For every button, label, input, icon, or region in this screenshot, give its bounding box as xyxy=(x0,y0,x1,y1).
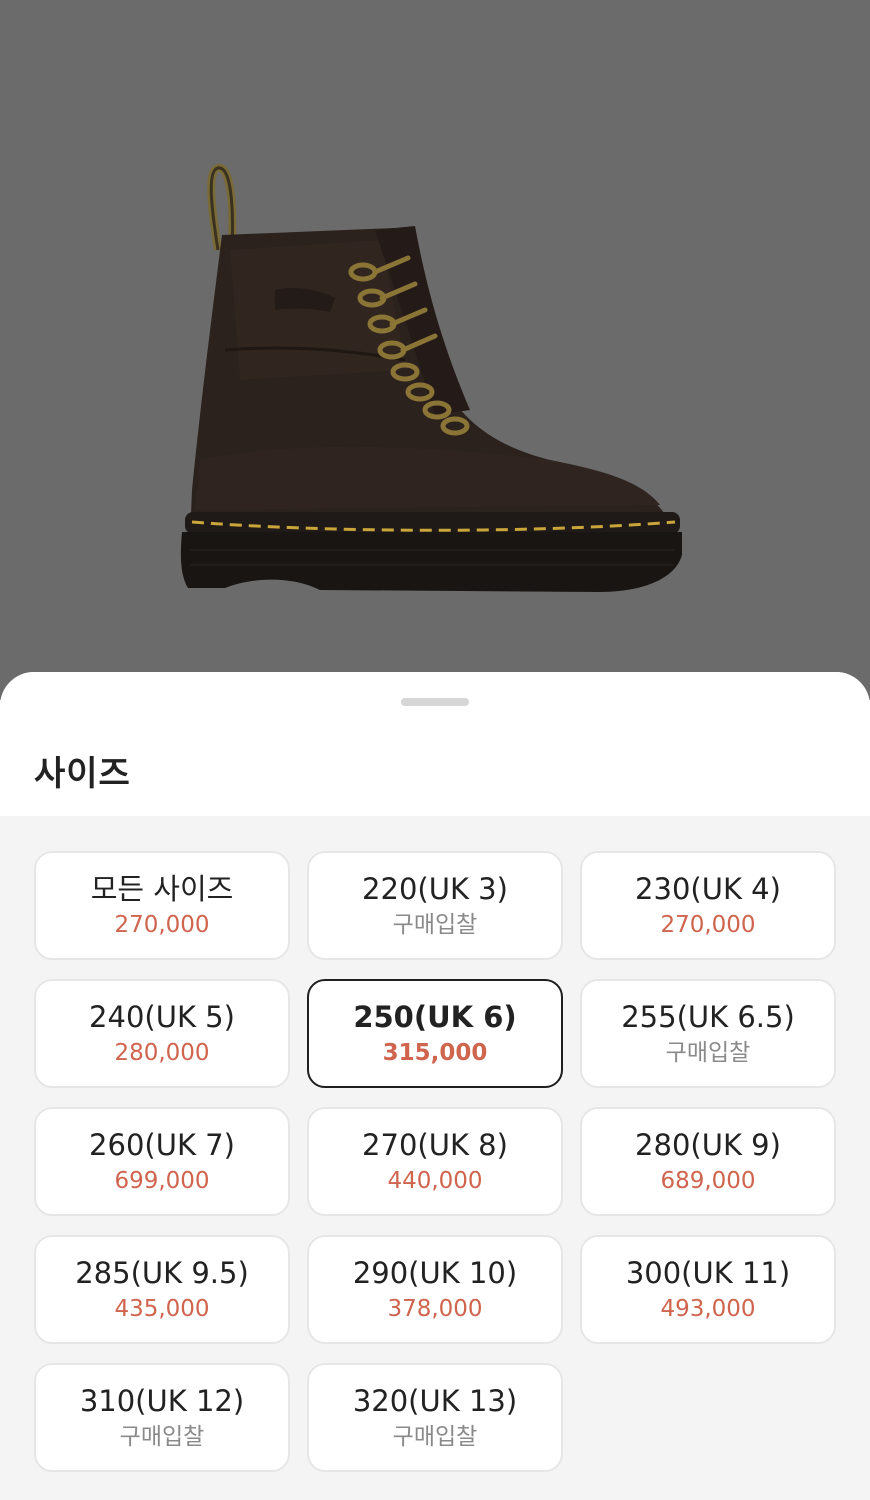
size-option[interactable]: 300(UK 11) 493,000 xyxy=(580,1235,836,1344)
bid-label: 구매입찰 xyxy=(119,1423,205,1450)
bid-label: 구매입찰 xyxy=(392,911,478,938)
size-option[interactable]: 220(UK 3) 구매입찰 xyxy=(307,851,563,960)
size-label: 255(UK 6.5) xyxy=(621,999,795,1034)
size-price: 378,000 xyxy=(387,1295,483,1322)
size-label: 250(UK 6) xyxy=(353,999,517,1034)
size-label: 260(UK 7) xyxy=(89,1127,235,1162)
size-price: 315,000 xyxy=(382,1039,488,1066)
size-price: 270,000 xyxy=(660,911,756,938)
size-label: 240(UK 5) xyxy=(89,999,235,1034)
size-option[interactable]: 260(UK 7) 699,000 xyxy=(34,1107,290,1216)
size-option[interactable]: 230(UK 4) 270,000 xyxy=(580,851,836,960)
size-option[interactable]: 240(UK 5) 280,000 xyxy=(34,979,290,1088)
size-price: 270,000 xyxy=(114,911,210,938)
size-option[interactable]: 255(UK 6.5) 구매입찰 xyxy=(580,979,836,1088)
sheet-title: 사이즈 xyxy=(34,754,131,794)
size-label: 320(UK 13) xyxy=(352,1383,518,1418)
product-image-backdrop[interactable] xyxy=(0,0,870,700)
size-option[interactable]: 290(UK 10) 378,000 xyxy=(307,1235,563,1344)
size-label: 290(UK 10) xyxy=(352,1255,518,1290)
size-price: 493,000 xyxy=(660,1295,756,1322)
size-grid: 모든 사이즈 270,000 220(UK 3) 구매입찰 230(UK 4) 270,0… xyxy=(34,851,836,1472)
size-picker-screen: 사이즈 모든 사이즈 270,000 220(UK 3) 구매입찰 230(UK 4) 2… xyxy=(0,0,870,1500)
size-option[interactable]: 285(UK 9.5) 435,000 xyxy=(34,1235,290,1344)
size-price: 440,000 xyxy=(387,1167,483,1194)
size-price: 689,000 xyxy=(660,1167,756,1194)
size-label: 280(UK 9) xyxy=(635,1127,781,1162)
size-label: 220(UK 3) xyxy=(362,871,508,906)
size-label: 300(UK 11) xyxy=(625,1255,791,1290)
size-option-selected[interactable]: 250(UK 6) 315,000 xyxy=(307,979,563,1088)
bid-label: 구매입찰 xyxy=(665,1039,751,1066)
size-price: 699,000 xyxy=(114,1167,210,1194)
size-bottom-sheet: 사이즈 모든 사이즈 270,000 220(UK 3) 구매입찰 230(UK 4) 2… xyxy=(0,672,870,1500)
boot-icon xyxy=(170,160,700,610)
size-label: 285(UK 9.5) xyxy=(75,1255,249,1290)
sheet-drag-handle[interactable] xyxy=(401,698,469,706)
size-option[interactable]: 280(UK 9) 689,000 xyxy=(580,1107,836,1216)
sheet-header: 사이즈 xyxy=(0,672,870,816)
size-price: 280,000 xyxy=(114,1039,210,1066)
size-option[interactable]: 320(UK 13) 구매입찰 xyxy=(307,1363,563,1472)
size-label: 270(UK 8) xyxy=(362,1127,508,1162)
size-label: 모든 사이즈 xyxy=(90,871,234,906)
size-label: 310(UK 12) xyxy=(79,1383,245,1418)
bid-label: 구매입찰 xyxy=(392,1423,478,1450)
size-option[interactable]: 270(UK 8) 440,000 xyxy=(307,1107,563,1216)
size-option[interactable]: 310(UK 12) 구매입찰 xyxy=(34,1363,290,1472)
size-label: 230(UK 4) xyxy=(635,871,781,906)
size-option[interactable]: 모든 사이즈 270,000 xyxy=(34,851,290,960)
size-price: 435,000 xyxy=(114,1295,210,1322)
